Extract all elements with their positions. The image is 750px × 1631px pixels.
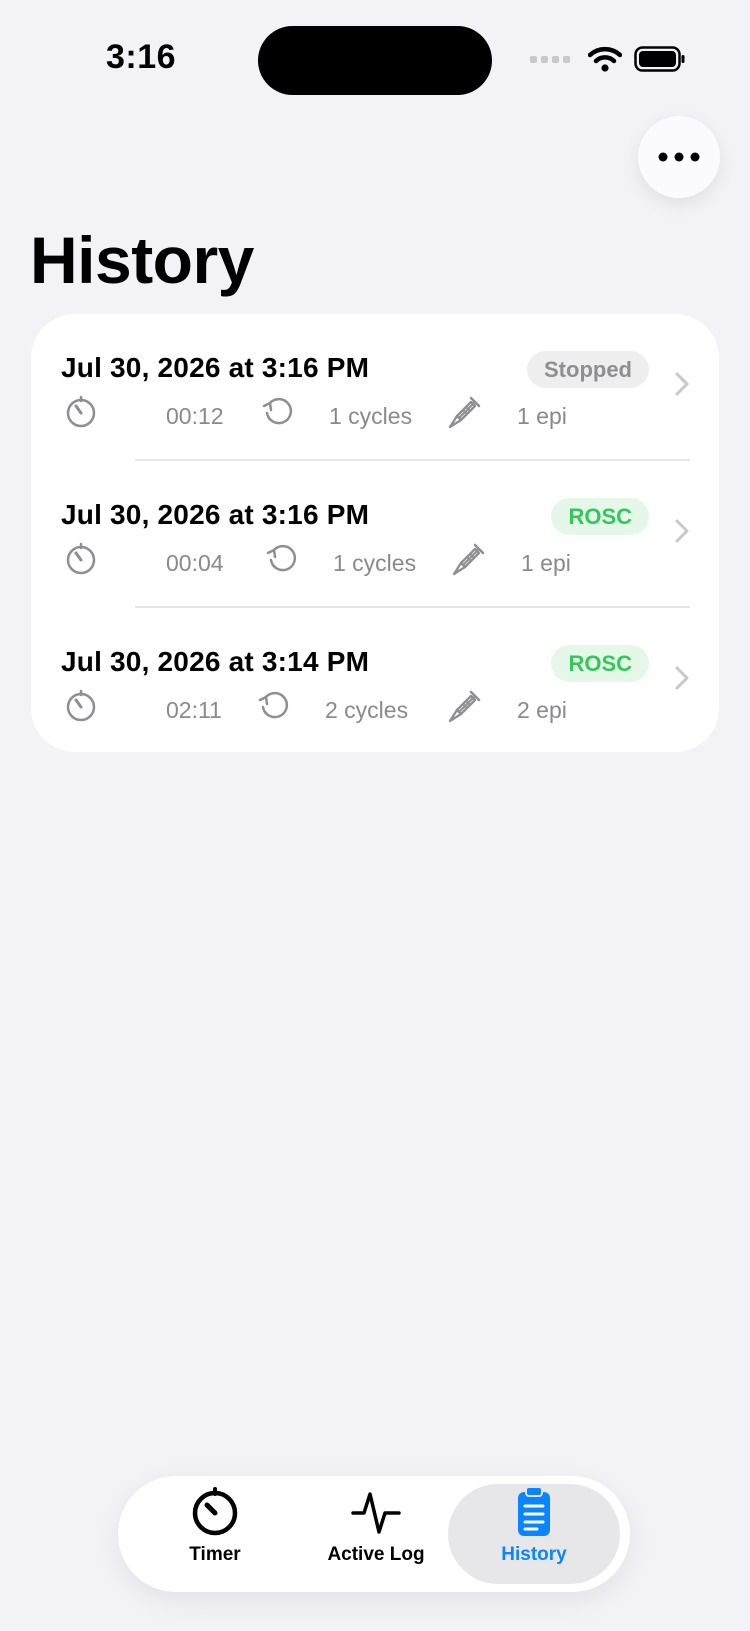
cellular-signal-icon xyxy=(530,55,570,63)
session-date: Jul 30, 2026 at 3:16 PM xyxy=(61,352,370,383)
history-row[interactable]: Jul 30, 2026 at 3:16 PM ROSC 00:04 1 cyc… xyxy=(31,461,719,608)
tab-history[interactable]: History xyxy=(448,1484,620,1584)
page-title: History xyxy=(30,223,254,297)
status-icons xyxy=(530,46,686,72)
chevron-right-icon xyxy=(675,519,689,543)
wifi-icon xyxy=(588,46,622,72)
tab-label: History xyxy=(501,1544,567,1565)
timer-icon xyxy=(66,689,96,722)
tab-label: Active Log xyxy=(327,1544,425,1565)
session-duration: 00:12 xyxy=(166,403,224,429)
history-row[interactable]: Jul 30, 2026 at 3:16 PM Stopped 00:12 1 … xyxy=(31,314,719,461)
clipboard-icon xyxy=(518,1486,550,1536)
timer-icon xyxy=(192,1487,238,1536)
session-epi: 1 epi xyxy=(521,550,571,576)
chevron-right-icon xyxy=(675,666,689,690)
chevron-right-icon xyxy=(675,372,689,396)
session-cycles: 1 cycles xyxy=(329,403,413,429)
status-badge: Stopped xyxy=(527,351,649,388)
status-badge: ROSC xyxy=(551,645,649,682)
session-epi: 2 epi xyxy=(517,697,567,723)
syringe-icon xyxy=(448,396,481,429)
history-row[interactable]: Jul 30, 2026 at 3:14 PM ROSC 02:11 2 cyc… xyxy=(31,608,719,752)
cycle-icon xyxy=(266,544,297,572)
status-time: 3:16 xyxy=(106,38,177,76)
cycle-icon xyxy=(262,397,293,425)
session-cycles: 1 cycles xyxy=(333,550,417,576)
session-duration: 00:04 xyxy=(166,550,224,576)
tab-timer[interactable]: Timer xyxy=(150,1484,280,1584)
waveform-icon xyxy=(351,1492,401,1534)
syringe-icon xyxy=(452,543,485,576)
battery-icon xyxy=(634,46,685,72)
session-duration: 02:11 xyxy=(166,697,222,723)
timer-icon xyxy=(66,542,96,575)
session-cycles: 2 cycles xyxy=(325,697,409,723)
status-badge: ROSC xyxy=(551,498,649,535)
session-date: Jul 30, 2026 at 3:14 PM xyxy=(61,646,370,677)
syringe-icon xyxy=(448,690,481,723)
session-epi: 1 epi xyxy=(517,403,567,429)
timer-icon xyxy=(66,395,96,428)
session-date: Jul 30, 2026 at 3:16 PM xyxy=(61,499,370,530)
cycle-icon xyxy=(258,691,289,719)
history-list: Jul 30, 2026 at 3:16 PM Stopped 00:12 1 … xyxy=(31,314,719,752)
ellipsis-icon xyxy=(658,152,700,162)
dynamic-island xyxy=(258,26,492,95)
tab-label: Timer xyxy=(189,1544,241,1565)
tab-active-log[interactable]: Active Log xyxy=(306,1484,446,1584)
more-button[interactable] xyxy=(638,116,720,198)
tab-bar: Timer Active Log History xyxy=(118,1476,630,1592)
